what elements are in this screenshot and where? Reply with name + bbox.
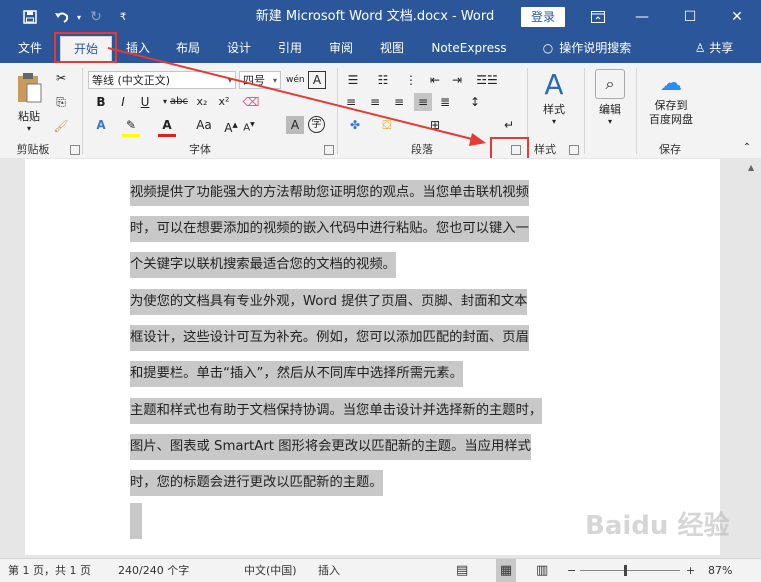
insert-mode[interactable]: 插入 xyxy=(318,559,340,582)
page-count[interactable]: 第 1 页，共 1 页 xyxy=(8,559,91,582)
text-line: 时，可以在想要添加的视频的嵌入代码中进行粘贴。您也可以键入一 xyxy=(130,216,529,242)
print-layout-icon[interactable]: ▦ xyxy=(496,559,516,582)
zoom-track xyxy=(580,570,680,571)
paragraph-1[interactable]: 视频提供了功能强大的方法帮助您证明您的观点。当您单击联机视频 时，可以在想要添加… xyxy=(130,175,618,283)
read-mode-icon[interactable]: ▤ xyxy=(456,559,468,582)
text-line: 为使您的文档具有专业外观，Word 提供了页眉、页脚、封面和文本 xyxy=(130,289,528,315)
zoom-in-icon[interactable]: + xyxy=(686,559,695,582)
zoom-slider[interactable] xyxy=(580,559,680,582)
zoom-level[interactable]: 87% xyxy=(708,559,732,582)
word-count[interactable]: 240/240 个字 xyxy=(118,559,189,582)
vertical-scrollbar[interactable]: ▲ xyxy=(744,159,761,555)
language[interactable]: 中文(中国) xyxy=(244,559,297,582)
text-line: 图片、图表或 SmartArt 图形将会更改以匹配新的主题。当应用样式 xyxy=(130,434,531,460)
zoom-thumb[interactable] xyxy=(624,565,627,576)
scroll-up-icon[interactable]: ▲ xyxy=(748,163,754,172)
text-line: 视频提供了功能强大的方法帮助您证明您的观点。当您单击联机视频 xyxy=(130,180,529,206)
zoom-out-icon[interactable]: − xyxy=(567,559,576,582)
text-line: 个关键字以联机搜索最适合您的文档的视频。 xyxy=(130,252,396,278)
web-layout-icon[interactable]: ▥ xyxy=(536,559,548,582)
paragraph-3[interactable]: 主题和样式也有助于文档保持协调。当您单击设计并选择新的主题时， 图片、图表或 S… xyxy=(130,393,618,501)
watermark: Baidu 经验 xyxy=(585,511,730,541)
text-line: 框设计，这些设计可互为补充。例如，您可以添加匹配的封面、页眉 xyxy=(130,325,529,351)
text-line: 和提要栏。单击“插入”，然后从不同库中选择所需元素。 xyxy=(130,361,463,387)
status-bar: 第 1 页，共 1 页 240/240 个字 中文(中国) 插入 ▤ ▦ ▥ −… xyxy=(0,558,761,582)
text-line: 主题和样式也有助于文档保持协调。当您单击设计并选择新的主题时， xyxy=(130,398,543,424)
text-line: 时，您的标题会进行更改以匹配新的主题。 xyxy=(130,470,383,496)
empty-paragraph-selection xyxy=(130,503,142,539)
paragraph-2[interactable]: 为使您的文档具有专业外观，Word 提供了页眉、页脚、封面和文本 框设计，这些设… xyxy=(130,284,618,392)
